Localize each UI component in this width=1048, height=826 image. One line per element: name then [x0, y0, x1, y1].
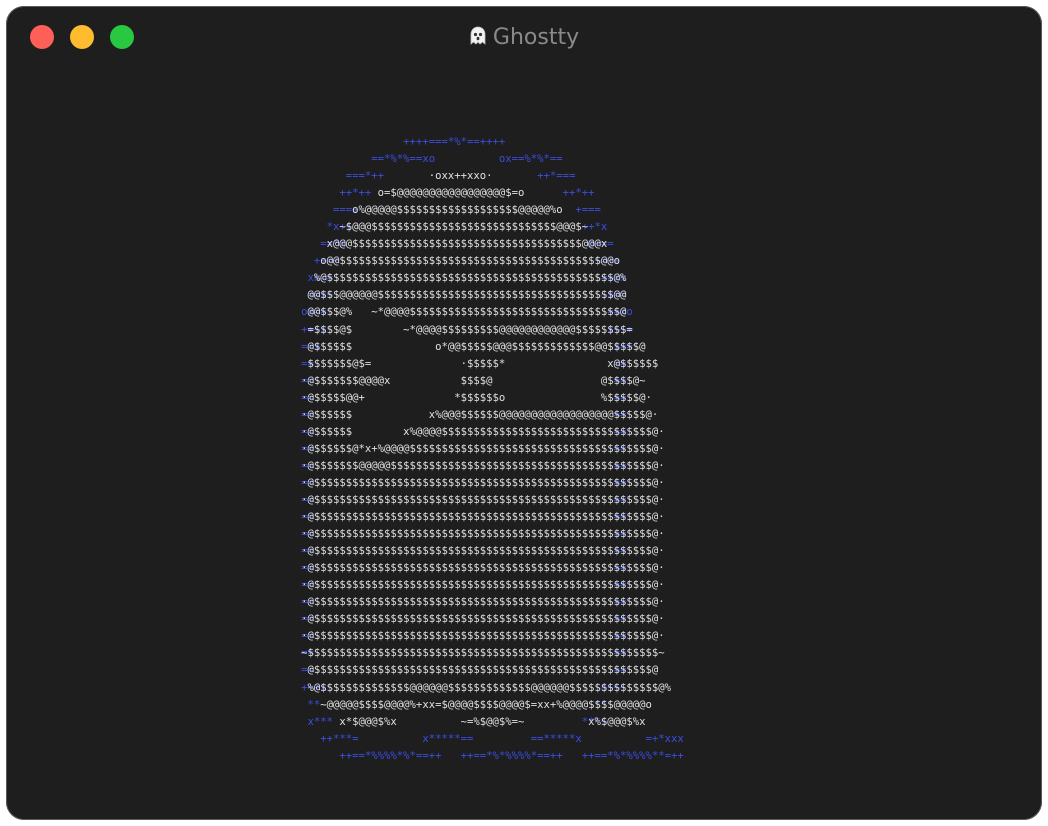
window-title: Ghostty [6, 26, 1042, 50]
terminal-viewport[interactable]: ++++===*%*==++++ ==*%*%==xo ox==%*%*== =… [6, 68, 1042, 820]
window-title-text: Ghostty [492, 25, 580, 50]
terminal-window: Ghostty ++++===*%*==++++ ==*%*%==xo ox==… [6, 6, 1042, 820]
ghost-ascii-art: ++++===*%*==++++ ==*%*%==xo ox==%*%*== =… [282, 134, 782, 764]
ghost-icon [469, 26, 487, 46]
title-bar[interactable]: Ghostty [6, 6, 1042, 68]
ascii-body-layer: ·oxx++xxo· o=$@@@@@@@@@@@@@@@@@$=o o%@@@… [301, 170, 672, 728]
